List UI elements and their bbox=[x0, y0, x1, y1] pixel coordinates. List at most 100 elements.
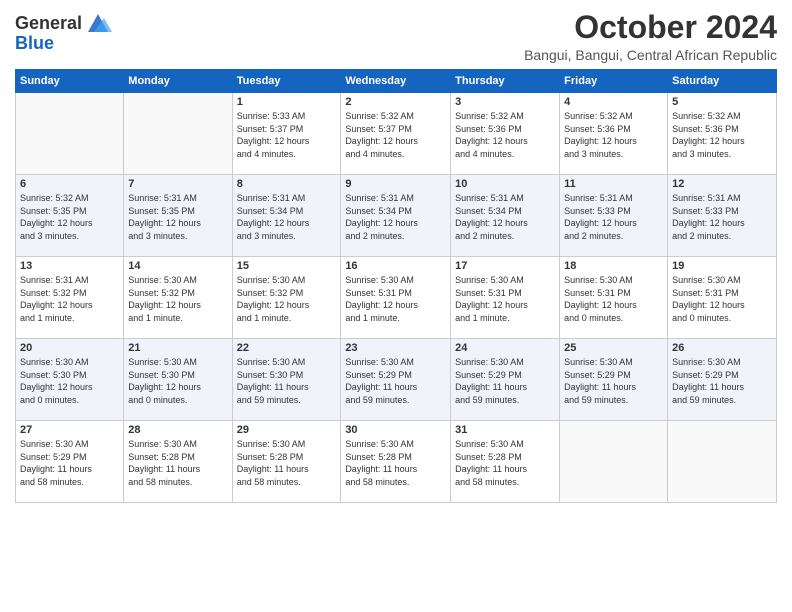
day-number: 1 bbox=[237, 96, 337, 108]
week-row-1: 1 Sunrise: 5:33 AMSunset: 5:37 PMDaylight… bbox=[16, 93, 777, 175]
calendar-cell: 15 Sunrise: 5:30 AMSunset: 5:32 PMDayligh… bbox=[232, 257, 341, 339]
day-number: 12 bbox=[672, 178, 772, 190]
calendar-cell: 19 Sunrise: 5:30 AMSunset: 5:31 PMDayligh… bbox=[668, 257, 777, 339]
calendar-cell: 29 Sunrise: 5:30 AMSunset: 5:28 PMDayligh… bbox=[232, 421, 341, 503]
day-info: Sunrise: 5:30 AMSunset: 5:30 PMDaylight:… bbox=[128, 356, 227, 406]
day-number: 8 bbox=[237, 178, 337, 190]
logo: General Blue bbox=[15, 14, 112, 54]
calendar-cell: 7Sunrise: 5:31 AMSunset: 5:35 PMDaylight… bbox=[124, 175, 232, 257]
calendar-cell: 13Sunrise: 5:31 AMSunset: 5:32 PMDayligh… bbox=[16, 257, 124, 339]
header-wednesday: Wednesday bbox=[341, 70, 451, 93]
calendar-cell: 6 Sunrise: 5:32 AMSunset: 5:35 PMDaylight… bbox=[16, 175, 124, 257]
day-number: 26 bbox=[672, 342, 772, 354]
day-number: 7 bbox=[128, 178, 227, 190]
day-info: Sunrise: 5:30 AMSunset: 5:29 PMDaylight:… bbox=[564, 356, 663, 406]
day-number: 31 bbox=[455, 424, 555, 436]
day-number: 23 bbox=[345, 342, 446, 354]
header-thursday: Thursday bbox=[451, 70, 560, 93]
day-number: 24 bbox=[455, 342, 555, 354]
calendar-cell: 24 Sunrise: 5:30 AMSunset: 5:29 PMDayligh… bbox=[451, 339, 560, 421]
day-info: Sunrise: 5:30 AMSunset: 5:32 PMDaylight:… bbox=[237, 274, 337, 324]
calendar-cell bbox=[16, 93, 124, 175]
day-info: Sunrise: 5:32 AMSunset: 5:36 PMDaylight:… bbox=[672, 110, 772, 160]
calendar: SundayMondayTuesdayWednesdayThursdayFrid… bbox=[15, 69, 777, 503]
day-number: 3 bbox=[455, 96, 555, 108]
week-row-5: 27 Sunrise: 5:30 AMSunset: 5:29 PMDayligh… bbox=[16, 421, 777, 503]
logo-icon bbox=[84, 12, 112, 34]
header-saturday: Saturday bbox=[668, 70, 777, 93]
location: Bangui, Bangui, Central African Republic bbox=[524, 47, 777, 63]
day-info: Sunrise: 5:32 AMSunset: 5:37 PMDaylight:… bbox=[345, 110, 446, 160]
day-info: Sunrise: 5:30 AMSunset: 5:31 PMDaylight:… bbox=[455, 274, 555, 324]
day-number: 28 bbox=[128, 424, 227, 436]
day-info: Sunrise: 5:31 AMSunset: 5:33 PMDaylight:… bbox=[672, 192, 772, 242]
day-info: Sunrise: 5:30 AMSunset: 5:29 PMDaylight:… bbox=[20, 438, 119, 488]
day-info: Sunrise: 5:30 AMSunset: 5:29 PMDaylight:… bbox=[672, 356, 772, 406]
day-info: Sunrise: 5:32 AMSunset: 5:35 PMDaylight:… bbox=[20, 192, 119, 242]
day-info: Sunrise: 5:31 AMSunset: 5:34 PMDaylight:… bbox=[237, 192, 337, 242]
day-number: 9 bbox=[345, 178, 446, 190]
week-row-3: 13Sunrise: 5:31 AMSunset: 5:32 PMDayligh… bbox=[16, 257, 777, 339]
day-number: 11 bbox=[564, 178, 663, 190]
day-info: Sunrise: 5:33 AMSunset: 5:37 PMDaylight:… bbox=[237, 110, 337, 160]
calendar-cell: 16 Sunrise: 5:30 AMSunset: 5:31 PMDayligh… bbox=[341, 257, 451, 339]
calendar-cell: 17 Sunrise: 5:30 AMSunset: 5:31 PMDayligh… bbox=[451, 257, 560, 339]
day-info: Sunrise: 5:30 AMSunset: 5:30 PMDaylight:… bbox=[237, 356, 337, 406]
calendar-header-row: SundayMondayTuesdayWednesdayThursdayFrid… bbox=[16, 70, 777, 93]
day-info: Sunrise: 5:32 AMSunset: 5:36 PMDaylight:… bbox=[564, 110, 663, 160]
calendar-cell: 31 Sunrise: 5:30 AMSunset: 5:28 PMDayligh… bbox=[451, 421, 560, 503]
header-tuesday: Tuesday bbox=[232, 70, 341, 93]
calendar-cell: 30Sunrise: 5:30 AMSunset: 5:28 PMDayligh… bbox=[341, 421, 451, 503]
calendar-cell: 23 Sunrise: 5:30 AMSunset: 5:29 PMDayligh… bbox=[341, 339, 451, 421]
calendar-cell: 8 Sunrise: 5:31 AMSunset: 5:34 PMDaylight… bbox=[232, 175, 341, 257]
day-info: Sunrise: 5:31 AMSunset: 5:34 PMDaylight:… bbox=[345, 192, 446, 242]
calendar-cell: 22 Sunrise: 5:30 AMSunset: 5:30 PMDayligh… bbox=[232, 339, 341, 421]
day-info: Sunrise: 5:30 AMSunset: 5:28 PMDaylight:… bbox=[455, 438, 555, 488]
calendar-cell: 5 Sunrise: 5:32 AMSunset: 5:36 PMDaylight… bbox=[668, 93, 777, 175]
calendar-cell: 21 Sunrise: 5:30 AMSunset: 5:30 PMDayligh… bbox=[124, 339, 232, 421]
header-monday: Monday bbox=[124, 70, 232, 93]
day-number: 5 bbox=[672, 96, 772, 108]
day-info: Sunrise: 5:30 AMSunset: 5:28 PMDaylight:… bbox=[237, 438, 337, 488]
day-number: 19 bbox=[672, 260, 772, 272]
calendar-cell bbox=[668, 421, 777, 503]
day-info: Sunrise: 5:30 AMSunset: 5:31 PMDaylight:… bbox=[564, 274, 663, 324]
day-info: Sunrise: 5:31 AMSunset: 5:33 PMDaylight:… bbox=[564, 192, 663, 242]
day-info: Sunrise: 5:30 AMSunset: 5:29 PMDaylight:… bbox=[345, 356, 446, 406]
day-info: Sunrise: 5:30 AMSunset: 5:31 PMDaylight:… bbox=[672, 274, 772, 324]
title-block: October 2024 Bangui, Bangui, Central Afr… bbox=[524, 10, 777, 63]
day-number: 15 bbox=[237, 260, 337, 272]
day-number: 27 bbox=[20, 424, 119, 436]
calendar-cell: 18Sunrise: 5:30 AMSunset: 5:31 PMDayligh… bbox=[560, 257, 668, 339]
day-number: 22 bbox=[237, 342, 337, 354]
calendar-cell: 27 Sunrise: 5:30 AMSunset: 5:29 PMDayligh… bbox=[16, 421, 124, 503]
calendar-cell: 26 Sunrise: 5:30 AMSunset: 5:29 PMDayligh… bbox=[668, 339, 777, 421]
calendar-cell: 9 Sunrise: 5:31 AMSunset: 5:34 PMDaylight… bbox=[341, 175, 451, 257]
calendar-cell: 4 Sunrise: 5:32 AMSunset: 5:36 PMDaylight… bbox=[560, 93, 668, 175]
day-info: Sunrise: 5:30 AMSunset: 5:31 PMDaylight:… bbox=[345, 274, 446, 324]
calendar-cell: 25 Sunrise: 5:30 AMSunset: 5:29 PMDayligh… bbox=[560, 339, 668, 421]
calendar-cell bbox=[124, 93, 232, 175]
day-number: 16 bbox=[345, 260, 446, 272]
day-number: 17 bbox=[455, 260, 555, 272]
day-number: 25 bbox=[564, 342, 663, 354]
day-number: 20 bbox=[20, 342, 119, 354]
calendar-cell: 14Sunrise: 5:30 AMSunset: 5:32 PMDayligh… bbox=[124, 257, 232, 339]
header-friday: Friday bbox=[560, 70, 668, 93]
calendar-cell: 2 Sunrise: 5:32 AMSunset: 5:37 PMDaylight… bbox=[341, 93, 451, 175]
header-sunday: Sunday bbox=[16, 70, 124, 93]
day-number: 4 bbox=[564, 96, 663, 108]
day-number: 2 bbox=[345, 96, 446, 108]
day-number: 21 bbox=[128, 342, 227, 354]
day-info: Sunrise: 5:30 AMSunset: 5:32 PMDaylight:… bbox=[128, 274, 227, 324]
calendar-cell: 10Sunrise: 5:31 AMSunset: 5:34 PMDayligh… bbox=[451, 175, 560, 257]
day-number: 29 bbox=[237, 424, 337, 436]
calendar-cell: 1 Sunrise: 5:33 AMSunset: 5:37 PMDaylight… bbox=[232, 93, 341, 175]
day-info: Sunrise: 5:30 AMSunset: 5:30 PMDaylight:… bbox=[20, 356, 119, 406]
week-row-2: 6 Sunrise: 5:32 AMSunset: 5:35 PMDaylight… bbox=[16, 175, 777, 257]
day-number: 6 bbox=[20, 178, 119, 190]
calendar-cell: 11 Sunrise: 5:31 AMSunset: 5:33 PMDayligh… bbox=[560, 175, 668, 257]
day-info: Sunrise: 5:30 AMSunset: 5:29 PMDaylight:… bbox=[455, 356, 555, 406]
calendar-cell: 20 Sunrise: 5:30 AMSunset: 5:30 PMDayligh… bbox=[16, 339, 124, 421]
day-info: Sunrise: 5:30 AMSunset: 5:28 PMDaylight:… bbox=[128, 438, 227, 488]
